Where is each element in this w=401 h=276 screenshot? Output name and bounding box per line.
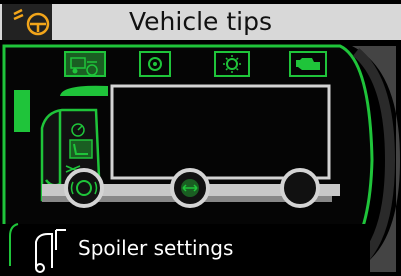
front-wheel[interactable] — [64, 168, 104, 208]
page-title: Vehicle tips — [129, 7, 272, 36]
left-accent — [14, 90, 30, 132]
footer-label[interactable]: Spoiler settings — [78, 236, 233, 260]
tyre-pressure-icon[interactable] — [170, 168, 210, 208]
seat-icon[interactable] — [69, 139, 93, 159]
screen: Vehicle tips Spoiler settings — [0, 0, 401, 276]
tab-truck-maintenance[interactable] — [64, 51, 106, 77]
display-graphics — [0, 0, 401, 276]
rear-wheel — [280, 168, 320, 208]
